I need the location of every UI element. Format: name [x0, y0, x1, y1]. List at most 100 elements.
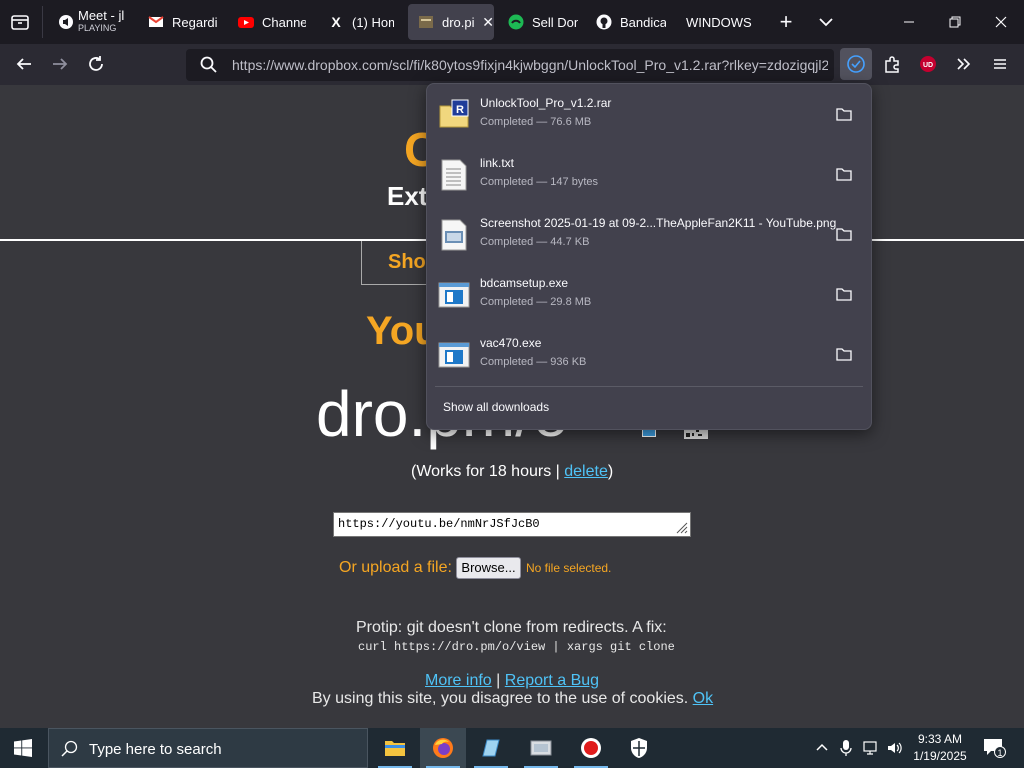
droppm-icon — [418, 14, 434, 30]
url-bar[interactable]: https://www.dropbox.com/scl/fi/k80ytos9f… — [186, 49, 834, 81]
network-icon[interactable] — [862, 739, 880, 762]
notification-center-icon[interactable]: 1 — [982, 737, 1006, 759]
extensions-puzzle-icon[interactable] — [876, 48, 908, 80]
report-bug-link[interactable]: Report a Bug — [505, 672, 599, 689]
tab-sell[interactable]: Sell Don — [508, 4, 578, 40]
browse-button[interactable]: Browse... — [456, 557, 521, 579]
protip-code: curl https://dro.pm/o/view | xargs git c… — [358, 640, 675, 654]
download-item[interactable]: link.txt Completed — 147 bytes — [435, 148, 863, 204]
search-placeholder: Type here to search — [89, 741, 222, 758]
cookie-notice: By using this site, you disagree to the … — [312, 690, 713, 708]
works-prefix: (Works for 18 hours | — [411, 463, 565, 480]
volume-icon[interactable] — [886, 739, 904, 762]
reload-button[interactable] — [80, 48, 112, 80]
download-filename: vac470.exe — [480, 336, 542, 350]
folder-icon[interactable] — [835, 345, 853, 363]
page-subtitle-partial: Ext — [387, 181, 428, 211]
new-tab-button[interactable]: + — [772, 8, 800, 36]
download-filename: UnlockTool_Pro_v1.2.rar — [480, 96, 612, 110]
close-tab-icon[interactable]: ✕ — [482, 14, 494, 31]
tab-windows[interactable]: WINDOWS — [686, 4, 752, 40]
tab-label: Bandica — [620, 14, 666, 30]
firefox-taskbar-icon[interactable] — [420, 728, 466, 768]
tab-youtube[interactable]: Channel — [238, 4, 306, 40]
url-text[interactable]: https://www.dropbox.com/scl/fi/k80ytos9f… — [232, 57, 828, 75]
download-status: Completed — 147 bytes — [480, 176, 599, 188]
tab-github[interactable]: Bandica — [596, 4, 666, 40]
close-window-button[interactable] — [978, 0, 1024, 44]
overflow-chevrons-icon[interactable] — [948, 48, 980, 80]
taskbar: Type here to search 9:33 AM 1/19/2025 1 — [0, 728, 1024, 768]
app-taskbar-icon[interactable] — [468, 728, 514, 768]
search-icon — [200, 56, 218, 79]
clock-time: 9:33 AM — [917, 732, 963, 746]
tab-overflow-chevron-icon[interactable] — [814, 10, 838, 34]
minimize-button[interactable] — [886, 0, 932, 44]
tray-chevron-up-icon[interactable] — [814, 740, 830, 761]
cookie-ok-link[interactable]: Ok — [693, 690, 713, 707]
tab-droppm[interactable]: dro.pi ✕ — [408, 4, 494, 40]
show-all-downloads-button[interactable]: Show all downloads — [443, 400, 549, 414]
download-status: Completed — 76.6 MB — [480, 116, 592, 128]
folder-icon[interactable] — [835, 285, 853, 303]
downloads-divider — [435, 386, 863, 387]
download-filename: link.txt — [480, 156, 515, 170]
footer-links: More info | Report a Bug — [425, 672, 599, 690]
url-input-textarea[interactable]: https://youtu.be/nmNrJSfJcB0 — [333, 512, 691, 537]
tab-playing-label: PLAYING — [78, 23, 117, 33]
folder-icon[interactable] — [835, 225, 853, 243]
ublock-icon[interactable]: UD — [912, 48, 944, 80]
tab-divider — [42, 6, 43, 38]
clock[interactable]: 9:33 AM 1/19/2025 — [908, 731, 972, 765]
delete-link[interactable]: delete — [564, 463, 608, 480]
tab-list-icon[interactable] — [8, 10, 32, 34]
taskbar-search-box[interactable]: Type here to search — [48, 728, 368, 768]
download-status: Completed — 936 KB — [480, 356, 587, 368]
more-info-link[interactable]: More info — [425, 672, 492, 689]
image-file-icon — [441, 219, 467, 256]
green-logo-icon — [508, 14, 524, 30]
downloads-panel: R UnlockTool_Pro_v1.2.rar Completed — 76… — [426, 83, 872, 430]
file-explorer-taskbar-icon[interactable] — [372, 728, 418, 768]
tab-label: Meet - jl — [78, 9, 125, 22]
download-item[interactable]: Screenshot 2025-01-19 at 09-2...TheApple… — [435, 208, 863, 264]
download-status: Completed — 29.8 MB — [480, 296, 592, 308]
protip-text: Protip: git doesn't clone from redirects… — [356, 619, 667, 636]
no-file-status: No file selected. — [526, 561, 612, 575]
tab-label: (1) Hom — [352, 14, 394, 30]
download-status: Completed — 44.7 KB — [480, 236, 590, 248]
audio-playing-icon[interactable] — [58, 14, 74, 30]
security-shield-taskbar-icon[interactable] — [616, 728, 662, 768]
text-file-icon — [441, 159, 467, 196]
installer-taskbar-icon[interactable] — [518, 728, 564, 768]
resize-handle-icon[interactable] — [676, 522, 688, 534]
browse-button-label: Browse... — [461, 560, 516, 575]
forward-button[interactable] — [44, 48, 76, 80]
download-item[interactable]: bdcamsetup.exe Completed — 29.8 MB — [435, 268, 863, 324]
upload-label: Or upload a file: — [339, 559, 452, 576]
folder-icon[interactable] — [835, 105, 853, 123]
windows-start-button[interactable] — [0, 728, 46, 768]
menu-hamburger-icon[interactable] — [984, 48, 1016, 80]
maximize-button[interactable] — [932, 0, 978, 44]
tab-label: dro.pi — [442, 14, 475, 30]
download-item[interactable]: R UnlockTool_Pro_v1.2.rar Completed — 76… — [435, 88, 863, 144]
footer-separator: | — [496, 672, 501, 689]
works-text: (Works for 18 hours | delete) — [411, 463, 613, 481]
rar-archive-icon: R — [438, 98, 470, 135]
svg-text:R: R — [456, 104, 464, 116]
tab-meet[interactable]: Meet - jl PLAYING — [58, 4, 130, 40]
youtube-icon — [238, 14, 254, 30]
works-suffix: ) — [607, 463, 614, 480]
tab-x[interactable]: X (1) Hom — [328, 4, 394, 40]
x-icon: X — [331, 14, 341, 30]
downloads-button[interactable] — [840, 48, 872, 80]
tab-label: WINDOWS — [686, 14, 752, 30]
download-item[interactable]: vac470.exe Completed — 936 KB — [435, 328, 863, 384]
back-button[interactable] — [8, 48, 40, 80]
bandicam-record-taskbar-icon[interactable] — [568, 728, 614, 768]
exe-file-icon — [438, 342, 470, 373]
tab-gmail[interactable]: Regardin — [148, 4, 218, 40]
microphone-icon[interactable] — [838, 738, 854, 763]
folder-icon[interactable] — [835, 165, 853, 183]
